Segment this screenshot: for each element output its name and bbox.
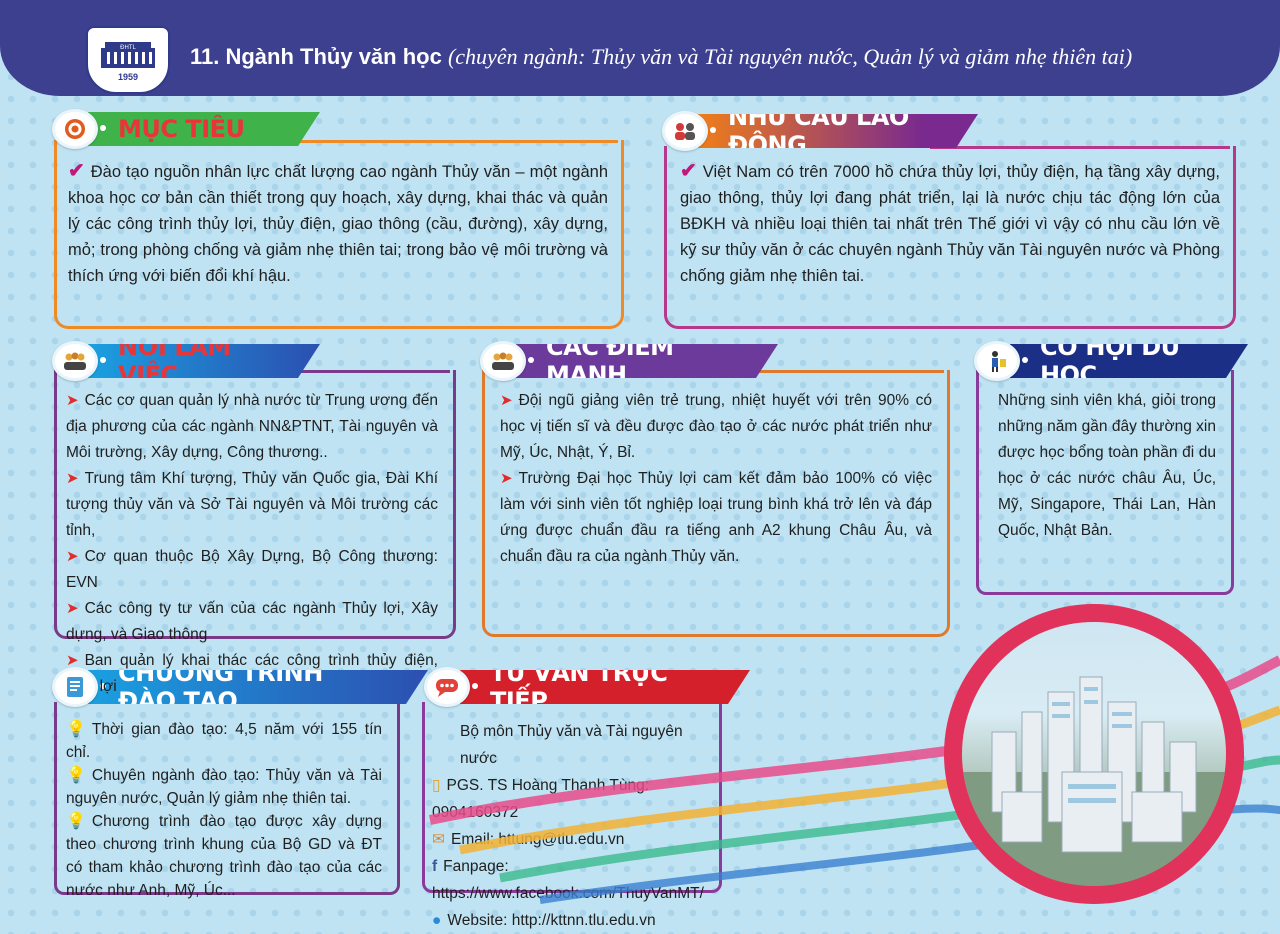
website-link[interactable]: Website: http://kttnn.tlu.edu.vn bbox=[447, 912, 655, 929]
globe-icon: ● bbox=[432, 912, 442, 929]
team-icon bbox=[480, 341, 526, 381]
list-item: ➤ Cơ quan thuộc Bộ Xây Dựng, Bộ Công thươ… bbox=[66, 544, 438, 596]
diem-manh-label: CÁC ĐIỂM MẠNH bbox=[480, 342, 778, 380]
paper-plane-icon: ➤ bbox=[66, 470, 79, 487]
muc-tieu-frame-top bbox=[270, 140, 618, 143]
target-icon bbox=[52, 109, 98, 149]
muc-tieu-content: ✔ Đào tạo nguồn nhân lực chất lượng cao n… bbox=[68, 158, 608, 289]
list-item: ➤ Trường Đại học Thủy lợi cam kết đảm bảo… bbox=[500, 466, 932, 570]
noi-lam-viec-list: ➤ Các cơ quan quản lý nhà nước từ Trung ư… bbox=[66, 388, 438, 700]
lightbulb-icon: 💡 bbox=[66, 721, 86, 738]
nhu-cau-text: Việt Nam có trên 7000 hồ chứa thủy lợi, … bbox=[680, 163, 1220, 285]
page-title: 11. Ngành Thủy văn học (chuyên ngành: Th… bbox=[190, 42, 1270, 72]
contact-website: ● Website: http://kttnn.tlu.edu.vn bbox=[432, 907, 722, 934]
list-item: ➤ Ban quản lý khai thác các công trình th… bbox=[66, 648, 438, 700]
paper-plane-icon: ➤ bbox=[66, 600, 79, 617]
diem-manh-list: ➤ Đội ngũ giảng viên trẻ trung, nhiệt huy… bbox=[500, 388, 932, 570]
list-item: ➤ Trung tâm Khí tượng, Thủy văn Quốc gia,… bbox=[66, 466, 438, 544]
list-item: ➤ Các cơ quan quản lý nhà nước từ Trung ư… bbox=[66, 388, 438, 466]
logo-year: 1959 bbox=[117, 72, 139, 82]
paper-plane-icon: ➤ bbox=[66, 392, 79, 409]
title-main: 11. Ngành Thủy văn học bbox=[190, 44, 442, 69]
document-icon bbox=[52, 667, 98, 707]
title-subtitle: (chuyên ngành: Thủy văn và Tài nguyên nư… bbox=[447, 44, 1133, 69]
noi-lam-viec-title: NƠI LÀM VIỆC bbox=[88, 344, 320, 378]
nhu-cau-content: ✔ Việt Nam có trên 7000 hồ chứa thủy lợi,… bbox=[680, 158, 1220, 289]
paper-plane-icon: ➤ bbox=[500, 470, 513, 487]
traveler-icon bbox=[974, 341, 1020, 381]
svg-text:ĐHTL: ĐHTL bbox=[120, 45, 136, 51]
muc-tieu-title: MỤC TIÊU bbox=[88, 112, 320, 146]
diem-manh-title: CÁC ĐIỂM MẠNH bbox=[516, 344, 778, 378]
list-item: ➤ Các công ty tư vấn của các ngành Thủy l… bbox=[66, 596, 438, 648]
city-illustration bbox=[962, 676, 1226, 886]
muc-tieu-text: Đào tạo nguồn nhân lực chất lượng cao ng… bbox=[68, 163, 608, 285]
chuong-trinh-list: 💡 Thời gian đào tạo: 4,5 năm với 155 tín … bbox=[66, 718, 382, 902]
du-hoc-label: CƠ HỘI DU HỌC bbox=[974, 342, 1248, 380]
university-logo: ĐHTL 1959 bbox=[86, 26, 170, 94]
check-icon: ✔ bbox=[68, 160, 85, 182]
list-item: ➤ Đội ngũ giảng viên trẻ trung, nhiệt huy… bbox=[500, 388, 932, 466]
muc-tieu-label: MỤC TIÊU bbox=[52, 109, 320, 149]
noi-lam-viec-label: NƠI LÀM VIỆC bbox=[52, 342, 320, 380]
nhu-cau-label: NHU CẦU LAO ĐỘNG bbox=[662, 112, 978, 150]
city-image bbox=[962, 622, 1226, 886]
workers-icon bbox=[662, 111, 708, 151]
paper-plane-icon: ➤ bbox=[500, 392, 513, 409]
du-hoc-text: Những sinh viên khá, giỏi trong những nă… bbox=[998, 392, 1216, 539]
check-icon: ✔ bbox=[680, 160, 697, 182]
list-item: 💡 Chuyên ngành đào tạo: Thủy văn và Tài n… bbox=[66, 764, 382, 810]
du-hoc-title: CƠ HỘI DU HỌC bbox=[1010, 344, 1248, 378]
lightbulb-icon: 💡 bbox=[66, 813, 86, 830]
paper-plane-icon: ➤ bbox=[66, 548, 79, 565]
list-item: 💡 Chương trình đào tạo được xây dựng theo… bbox=[66, 810, 382, 902]
du-hoc-content: Những sinh viên khá, giỏi trong những nă… bbox=[998, 388, 1216, 544]
lightbulb-icon: 💡 bbox=[66, 767, 86, 784]
list-item: 💡 Thời gian đào tạo: 4,5 năm với 155 tín … bbox=[66, 718, 382, 764]
nhu-cau-title: NHU CẦU LAO ĐỘNG bbox=[698, 114, 978, 148]
building-icon: ĐHTL bbox=[101, 42, 155, 68]
chat-icon bbox=[424, 667, 470, 707]
people-icon bbox=[52, 341, 98, 381]
